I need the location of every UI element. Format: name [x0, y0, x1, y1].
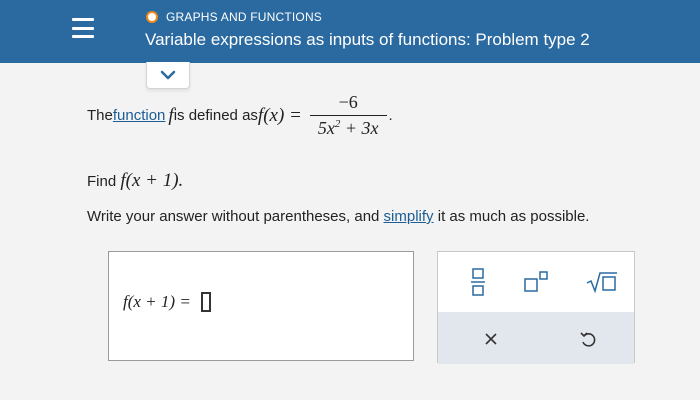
breadcrumb-text: GRAPHS AND FUNCTIONS	[166, 10, 323, 24]
menu-icon[interactable]	[72, 18, 94, 38]
answer-input[interactable]	[200, 292, 211, 312]
fraction-denominator: 5x2 + 3x	[309, 115, 387, 139]
exponent-icon	[524, 271, 548, 292]
instruction-prefix: Write your answer without parentheses, a…	[87, 208, 384, 225]
instruction-suffix: it as much as possible.	[437, 208, 590, 225]
find-expression: f(x + 1).	[120, 170, 184, 191]
palette-template-row	[438, 252, 634, 312]
sqrt-icon	[586, 272, 617, 294]
undo-button[interactable]	[574, 326, 602, 354]
function-link[interactable]: function	[113, 107, 166, 124]
den-term-b: + 3x	[340, 118, 379, 138]
answer-label: f(x + 1) =	[123, 292, 191, 311]
fraction-numerator: −6	[338, 92, 358, 112]
breadcrumb: GRAPHS AND FUNCTIONS	[146, 10, 322, 24]
fraction-button[interactable]	[464, 264, 492, 300]
undo-icon	[580, 332, 596, 347]
page-title: Variable expressions as inputs of functi…	[145, 30, 590, 49]
den-term-a: 5x	[317, 118, 335, 138]
function-fraction: −6 5x2 + 3x	[309, 92, 387, 139]
chevron-down-icon	[160, 70, 176, 80]
header-bar: GRAPHS AND FUNCTIONS Variable expression…	[0, 0, 700, 63]
clear-icon	[485, 333, 497, 345]
answer-box[interactable]: f(x + 1) =	[108, 251, 414, 361]
statement-period: .	[388, 107, 393, 124]
exponent-button[interactable]	[520, 266, 554, 298]
sqrt-button[interactable]	[584, 266, 620, 298]
intro-suffix: is defined as	[173, 107, 258, 124]
question-statement: The function f is defined as f(x) = −6 5…	[87, 92, 393, 139]
palette-action-row	[438, 312, 634, 364]
function-definition-lhs: f(x) =	[257, 104, 302, 126]
math-palette	[437, 251, 635, 364]
instruction: Write your answer without parentheses, a…	[87, 208, 589, 225]
simplify-link[interactable]: simplify	[384, 208, 434, 225]
fraction-icon	[471, 268, 485, 296]
intro-prefix: The	[87, 107, 113, 124]
find-prefix: Find	[87, 173, 121, 190]
progress-dot-icon	[146, 11, 158, 23]
expand-toggle[interactable]	[146, 62, 190, 89]
answer-row: f(x + 1) =	[123, 292, 211, 312]
clear-button[interactable]	[478, 326, 504, 352]
find-prompt: Find f(x + 1).	[87, 170, 183, 192]
